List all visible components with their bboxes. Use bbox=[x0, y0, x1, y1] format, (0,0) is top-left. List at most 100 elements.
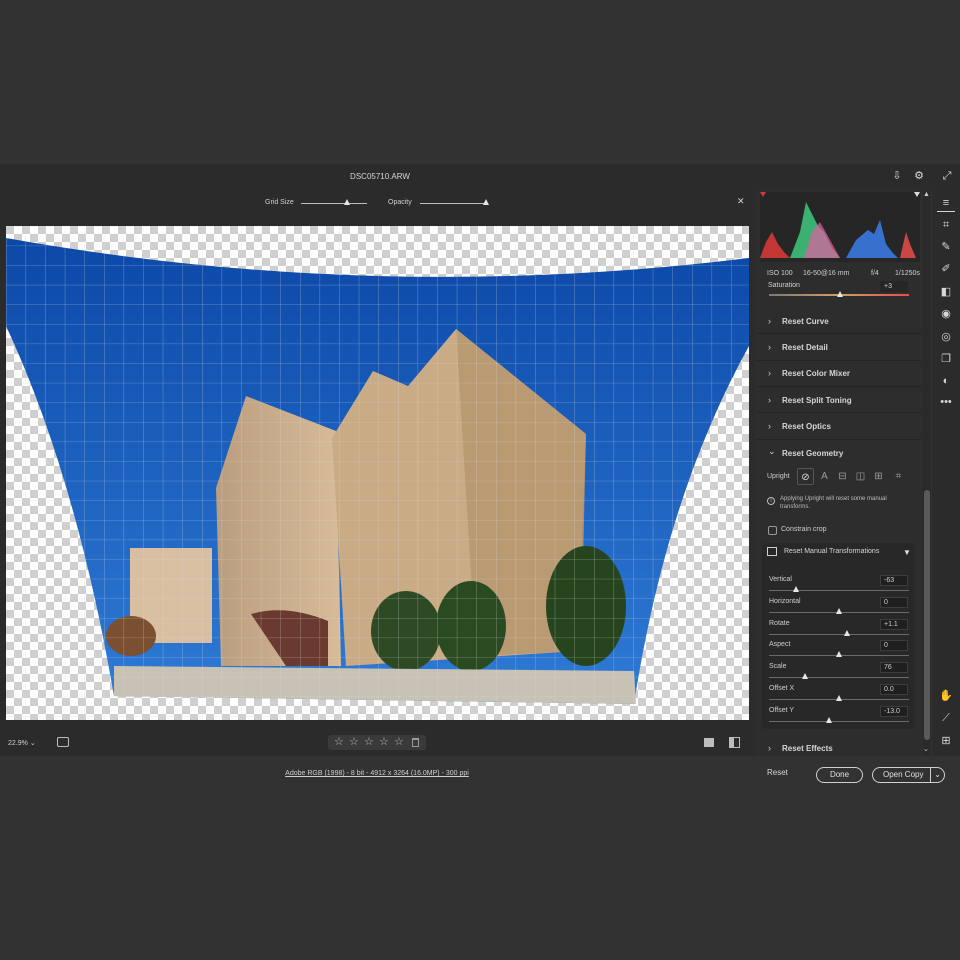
chevron-right-icon: › bbox=[768, 342, 771, 352]
upright-info-text: Applying Upright will reset some manual … bbox=[780, 496, 887, 510]
transform-slider[interactable] bbox=[769, 590, 909, 591]
hand-icon[interactable]: ✋ bbox=[937, 687, 955, 705]
heal-icon[interactable]: ✎ bbox=[937, 238, 955, 256]
redeye-icon[interactable]: ◎ bbox=[937, 328, 955, 346]
star-5[interactable]: ☆ bbox=[394, 736, 404, 749]
histogram bbox=[760, 192, 920, 262]
fullscreen-icon[interactable]: ⤢ bbox=[940, 169, 954, 183]
section-optics-label[interactable]: Reset Optics bbox=[782, 422, 831, 431]
open-copy-button[interactable]: Open Copy ⌄ bbox=[872, 767, 945, 783]
window-title: DSC05710.ARW bbox=[350, 172, 410, 181]
section-split-toning-label[interactable]: Reset Split Toning bbox=[782, 396, 852, 405]
star-1[interactable]: ☆ bbox=[334, 736, 344, 749]
transform-slider-thumb[interactable] bbox=[802, 673, 809, 680]
saturation-thumb[interactable] bbox=[837, 291, 843, 297]
section-detail-label[interactable]: Reset Detail bbox=[782, 343, 828, 352]
transform-value-field[interactable]: 0.0 bbox=[880, 684, 908, 695]
scroll-down-icon[interactable]: ⌄ bbox=[923, 745, 929, 753]
section-color-mixer-label[interactable]: Reset Color Mixer bbox=[782, 369, 850, 378]
grid-overlay bbox=[6, 226, 749, 720]
crop-icon[interactable]: ⌗ bbox=[937, 216, 955, 234]
upright-vertical-icon[interactable]: ◫ bbox=[852, 468, 869, 485]
upright-level-icon[interactable]: ⊟ bbox=[834, 468, 851, 485]
star-3[interactable]: ☆ bbox=[364, 736, 374, 749]
chevron-down-icon[interactable]: ⌄ bbox=[930, 768, 944, 782]
transform-label: Vertical bbox=[769, 576, 792, 583]
section-geometry-label[interactable]: Reset Geometry bbox=[782, 449, 843, 458]
upright-guided-icon[interactable]: ⌗ bbox=[890, 468, 907, 485]
file-info-link[interactable]: Adobe RGB (1998) - 8 bit - 4912 x 3264 (… bbox=[232, 770, 522, 777]
transform-slider-thumb[interactable] bbox=[826, 716, 833, 723]
gradient-icon[interactable]: ◧ bbox=[937, 283, 955, 301]
transform-icon bbox=[767, 547, 777, 556]
histogram-graph bbox=[760, 192, 920, 258]
transform-slider[interactable] bbox=[769, 677, 909, 679]
opacity-thumb[interactable] bbox=[483, 199, 489, 205]
panel-scroll-thumb[interactable] bbox=[924, 490, 930, 740]
trash-icon[interactable] bbox=[412, 738, 419, 747]
transform-slider-thumb[interactable] bbox=[792, 586, 799, 592]
transform-value-field[interactable]: 0 bbox=[880, 596, 908, 608]
aperture-value: f/4 bbox=[871, 270, 879, 277]
transform-value-field[interactable]: -13.0 bbox=[880, 705, 908, 717]
star-4[interactable]: ☆ bbox=[379, 736, 389, 749]
title-bar bbox=[0, 164, 960, 190]
chevron-down-icon: ⌄ bbox=[768, 446, 776, 456]
transform-slider[interactable] bbox=[769, 720, 909, 722]
scroll-up-icon[interactable]: ▲ bbox=[923, 191, 930, 198]
upright-auto-icon[interactable]: A bbox=[816, 468, 833, 485]
transform-slider-thumb[interactable] bbox=[836, 607, 842, 614]
more-icon[interactable]: ••• bbox=[937, 393, 955, 411]
section-curve-label[interactable]: Reset Curve bbox=[782, 317, 829, 326]
constrain-crop-checkbox[interactable] bbox=[768, 526, 777, 535]
upright-off-icon[interactable]: ⊘ bbox=[797, 468, 814, 485]
done-button[interactable]: Done bbox=[816, 767, 863, 783]
transform-label: Rotate bbox=[769, 619, 790, 627]
photo-preview[interactable] bbox=[6, 226, 749, 720]
grid-size-slider[interactable] bbox=[301, 203, 367, 204]
gear-icon[interactable]: ⚙ bbox=[912, 169, 926, 183]
transform-slider-thumb[interactable] bbox=[836, 651, 842, 658]
grid-overlay-bar bbox=[0, 190, 755, 217]
lens-value: 16-50@16 mm bbox=[803, 270, 850, 277]
snapshot-icon[interactable]: ◐ bbox=[937, 372, 955, 390]
saturation-label: Saturation bbox=[768, 282, 800, 289]
transform-slider-thumb[interactable] bbox=[844, 629, 851, 636]
transform-label: Offset X bbox=[769, 685, 795, 692]
constrain-crop-label[interactable]: Constrain crop bbox=[781, 526, 827, 533]
sliders-icon[interactable]: ≡ bbox=[937, 194, 955, 212]
zoom-level[interactable]: 22.9% ⌄ bbox=[8, 739, 36, 747]
transform-value-field[interactable]: 76 bbox=[880, 662, 908, 674]
chevron-right-icon: › bbox=[768, 368, 771, 378]
before-after-icon[interactable] bbox=[57, 737, 69, 747]
reset-button[interactable]: Reset bbox=[767, 768, 788, 777]
upright-full-icon[interactable]: ⊞ bbox=[870, 468, 887, 485]
transform-slider[interactable] bbox=[769, 633, 909, 635]
caret-down-icon[interactable]: ▼ bbox=[903, 548, 911, 557]
transform-value-field[interactable]: -63 bbox=[880, 575, 908, 586]
star-2[interactable]: ☆ bbox=[349, 736, 359, 749]
eyedropper-icon[interactable]: ⟋ bbox=[937, 709, 955, 727]
opacity-label: Opacity bbox=[388, 199, 412, 206]
grid-size-thumb[interactable] bbox=[344, 199, 350, 205]
view-compare-icon[interactable] bbox=[729, 737, 740, 748]
manual-transform-title[interactable]: Reset Manual Transformations bbox=[784, 548, 879, 555]
upright-label: Upright bbox=[767, 473, 790, 480]
brush-icon[interactable]: ✐ bbox=[937, 260, 955, 278]
app-window: DSC05710.ARW ⇩ ⚙ ⤢ Grid Size Opacity ✕ 2… bbox=[0, 0, 960, 960]
view-single-icon[interactable] bbox=[704, 738, 714, 747]
grid-icon[interactable]: ⊞ bbox=[937, 732, 955, 750]
opacity-slider[interactable] bbox=[420, 203, 488, 204]
section-effects-label[interactable]: Reset Effects bbox=[782, 744, 833, 753]
photo-canvas bbox=[6, 226, 749, 720]
transform-value-field[interactable]: 0 bbox=[880, 640, 908, 652]
chevron-right-icon: › bbox=[768, 421, 771, 431]
saturation-value[interactable]: +3 bbox=[880, 281, 908, 292]
radial-icon[interactable]: ◉ bbox=[937, 305, 955, 323]
save-icon[interactable]: ⇩ bbox=[890, 169, 904, 183]
transform-slider-thumb[interactable] bbox=[836, 695, 842, 701]
transform-label: Horizontal bbox=[769, 597, 801, 605]
transform-value-field[interactable]: +1.1 bbox=[880, 618, 908, 630]
close-icon[interactable]: ✕ bbox=[737, 196, 745, 207]
presets-icon[interactable]: ❐ bbox=[937, 350, 955, 368]
